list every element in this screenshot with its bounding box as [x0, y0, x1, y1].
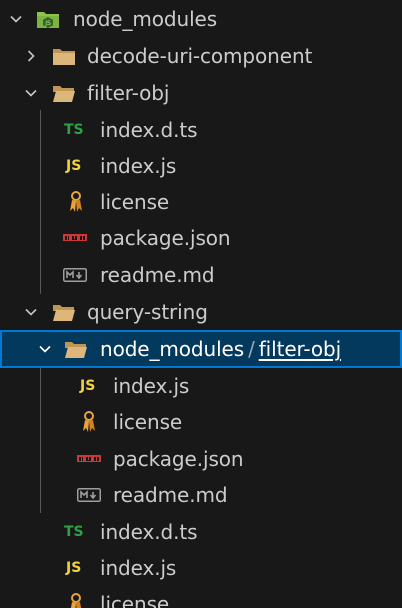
tree-row-label: index.d.ts [100, 118, 198, 142]
tree-row-label: decode-uri-component [87, 44, 313, 68]
npm-icon [77, 441, 101, 477]
javascript-icon: JS [80, 368, 95, 404]
tree-row-label: readme.md [113, 483, 228, 507]
tree-row-label: license [100, 190, 170, 214]
tree-row-index-js[interactable]: JS index.js [0, 148, 402, 184]
tree-row-index-d-ts[interactable]: TS index.d.ts [0, 112, 402, 148]
tree-row-filter-obj[interactable]: filter-obj [0, 75, 402, 111]
folder-open-icon [64, 330, 88, 368]
chevron-down-icon[interactable] [20, 294, 42, 330]
folder-closed-icon [52, 38, 76, 74]
chevron-down-icon[interactable] [20, 75, 42, 111]
file-type-badge: JS [66, 158, 82, 174]
tree-row-readme-md[interactable]: readme.md [0, 257, 402, 293]
chevron-down-icon[interactable] [5, 1, 27, 37]
svg-text:JS: JS [44, 20, 51, 27]
license-icon [81, 404, 97, 440]
file-type-badge: TS [64, 524, 84, 540]
tree-row-label: license [100, 592, 170, 608]
javascript-icon: JS [66, 550, 81, 586]
chevron-down-icon[interactable] [34, 330, 56, 368]
tree-row-index-js[interactable]: JS index.js [0, 368, 402, 404]
tree-row-decode-uri-component[interactable]: decode-uri-component [0, 38, 402, 74]
tree-row-label: package.json [113, 447, 244, 471]
folder-open-icon [52, 294, 76, 330]
tree-row-license[interactable]: license [0, 184, 402, 220]
tree-row-package-json[interactable]: package.json [0, 441, 402, 477]
folder-open-icon [52, 75, 76, 111]
chevron-right-icon[interactable] [20, 38, 42, 74]
typescript-icon: TS [64, 514, 84, 550]
file-type-badge: TS [64, 122, 84, 138]
tree-row-label: index.js [100, 556, 177, 580]
compact-folder-segment[interactable]: node_modules [100, 337, 244, 361]
tree-row-license[interactable]: license [0, 586, 402, 608]
file-type-badge: JS [80, 378, 96, 394]
markdown-icon [77, 477, 101, 513]
tree-row-node-modules-filter-obj[interactable]: node_modules / filter-obj [0, 330, 402, 368]
tree-row-label: query-string [87, 300, 208, 324]
tree-row-index-js[interactable]: JS index.js [0, 550, 402, 586]
compact-folder-segment-active[interactable]: filter-obj [259, 337, 341, 361]
tree-row-label: license [113, 410, 183, 434]
tree-row-label: index.js [100, 154, 177, 178]
license-icon [68, 586, 84, 608]
explorer-tree: JS node_modules decode-uri-component fil… [0, 0, 402, 608]
tree-row-label: package.json [100, 226, 231, 250]
tree-row-readme-md[interactable]: readme.md [0, 477, 402, 513]
markdown-icon [63, 257, 87, 293]
license-icon [68, 184, 84, 220]
file-type-badge: JS [66, 560, 82, 576]
tree-row-label: readme.md [100, 263, 215, 287]
tree-row-label: index.d.ts [100, 520, 198, 544]
tree-row-label: index.js [113, 374, 190, 398]
node-modules-folder-icon: JS [36, 1, 60, 37]
tree-row-query-string[interactable]: query-string [0, 294, 402, 330]
tree-row-package-json[interactable]: package.json [0, 220, 402, 256]
path-separator: / [248, 337, 255, 361]
typescript-icon: TS [64, 112, 84, 148]
tree-row-node-modules[interactable]: JS node_modules [0, 1, 402, 37]
compact-folder-label: node_modules / filter-obj [100, 330, 341, 368]
tree-row-label: filter-obj [87, 81, 170, 105]
tree-row-label: node_modules [73, 7, 218, 31]
tree-row-license[interactable]: license [0, 404, 402, 440]
tree-row-index-d-ts[interactable]: TS index.d.ts [0, 514, 402, 550]
javascript-icon: JS [66, 148, 81, 184]
npm-icon [63, 220, 87, 256]
